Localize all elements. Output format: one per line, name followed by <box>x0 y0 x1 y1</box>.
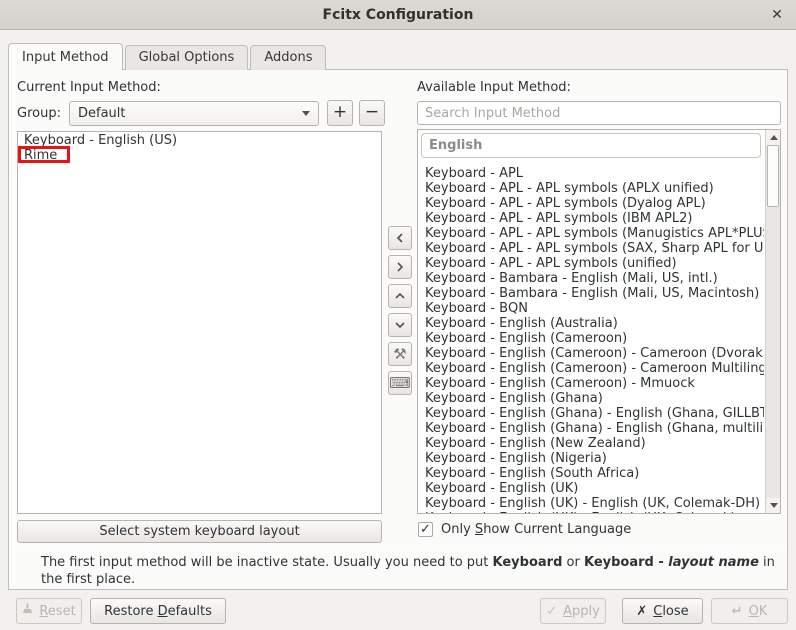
list-item[interactable]: Keyboard - English (South Africa) <box>418 466 764 481</box>
checkbox-label: Only Show Current Language <box>441 522 631 537</box>
input-method-page: Current Input Method: Group: Default + −… <box>8 69 788 590</box>
list-item-keyboard-english-us[interactable]: Keyboard - English (US) <box>18 133 381 148</box>
list-item[interactable]: Keyboard - English (New Zealand) <box>418 436 764 451</box>
chevron-down-icon <box>394 319 406 331</box>
configure-button[interactable]: ⚒ <box>388 342 412 366</box>
scroll-down-icon[interactable] <box>766 498 781 513</box>
list-item[interactable]: Keyboard - English (Cameroon) <box>418 331 764 346</box>
list-item[interactable]: Keyboard - English (Ghana) - English (Gh… <box>418 406 764 421</box>
list-item[interactable]: Keyboard - English (Ghana) - English (Gh… <box>418 421 764 436</box>
list-item[interactable]: Keyboard - APL <box>418 166 764 181</box>
list-item[interactable]: Keyboard - Bambara - English (Mali, US, … <box>418 286 764 301</box>
chevron-left-icon <box>394 232 406 244</box>
transfer-button-column: ⚒ ⌨ <box>388 226 412 395</box>
select-system-keyboard-layout-button[interactable]: Select system keyboard layout <box>17 520 382 543</box>
list-item[interactable]: Keyboard - APL - APL symbols (Dyalog APL… <box>418 196 764 211</box>
tab-addons[interactable]: Addons <box>250 45 326 70</box>
move-up-button[interactable] <box>388 284 412 308</box>
add-group-button[interactable]: + <box>327 100 353 126</box>
search-input[interactable] <box>417 101 781 125</box>
checkbox-checked[interactable]: ✓ <box>418 522 433 537</box>
list-item[interactable]: Keyboard - APL - APL symbols (Manugistic… <box>418 226 764 241</box>
current-input-method-list[interactable]: Keyboard - English (US) Rime <box>17 131 382 514</box>
tab-input-method[interactable]: Input Method <box>8 43 123 70</box>
scrollbar[interactable] <box>765 130 780 513</box>
close-button[interactable]: ✗ Close <box>622 598 703 624</box>
return-arrow-icon: ↵ <box>732 604 743 619</box>
keyboard-layout-button[interactable]: ⌨ <box>388 371 412 395</box>
cross-icon: ✗ <box>636 604 647 619</box>
window-title: Fcitx Configuration <box>323 7 474 23</box>
chevron-down-icon <box>302 111 310 116</box>
list-item[interactable]: Keyboard - English (Cameroon) - Mmuock <box>418 376 764 391</box>
scrollbar-thumb[interactable] <box>767 145 779 207</box>
list-item[interactable]: Keyboard - English (UK) - English (UK, C… <box>418 511 764 514</box>
list-item[interactable]: Keyboard - English (Australia) <box>418 316 764 331</box>
list-item[interactable]: Keyboard - APL - APL symbols (SAX, Sharp… <box>418 241 764 256</box>
list-item[interactable]: Keyboard - Bambara - English (Mali, US, … <box>418 271 764 286</box>
group-select-value: Default <box>78 106 126 121</box>
only-show-current-language-row[interactable]: ✓ Only Show Current Language <box>418 522 631 537</box>
list-item[interactable]: Keyboard - English (Ghana) <box>418 391 764 406</box>
tab-global-options[interactable]: Global Options <box>125 45 249 70</box>
reset-button[interactable]: Reset <box>16 598 82 624</box>
list-item-rime[interactable]: Rime <box>18 148 381 163</box>
scroll-up-icon[interactable] <box>766 130 781 145</box>
ok-button[interactable]: ↵ OK <box>711 598 788 624</box>
list-item[interactable]: Keyboard - English (Cameroon) - Cameroon… <box>418 361 764 376</box>
language-group-header: English <box>421 133 761 158</box>
available-input-method-list[interactable]: English Keyboard - APLKeyboard - APL - A… <box>417 129 781 514</box>
list-item[interactable]: Keyboard - English (Nigeria) <box>418 451 764 466</box>
restore-defaults-button[interactable]: Restore Defaults <box>90 598 226 624</box>
list-item[interactable]: Keyboard - APL - APL symbols (APLX unifi… <box>418 181 764 196</box>
keyboard-icon: ⌨ <box>389 376 411 391</box>
list-item[interactable]: Keyboard - APL - APL symbols (IBM APL2) <box>418 211 764 226</box>
help-note: The first input method will be inactive … <box>41 554 783 588</box>
available-rows: Keyboard - APLKeyboard - APL - APL symbo… <box>418 166 764 514</box>
move-left-button[interactable] <box>388 226 412 250</box>
close-icon[interactable]: ✕ <box>768 6 786 24</box>
check-icon: ✓ <box>546 604 557 619</box>
group-select[interactable]: Default <box>69 101 319 126</box>
divider <box>9 547 787 548</box>
tab-bar: Input Method Global Options Addons <box>8 44 328 70</box>
list-item[interactable]: Keyboard - English (UK) <box>418 481 764 496</box>
titlebar: Fcitx Configuration ✕ <box>0 0 796 30</box>
list-item[interactable]: Keyboard - English (UK) - English (UK, C… <box>418 496 764 511</box>
tools-icon: ⚒ <box>393 347 406 362</box>
current-input-method-label: Current Input Method: <box>17 80 161 95</box>
chevron-up-icon <box>394 290 406 302</box>
brush-icon <box>22 603 33 620</box>
list-item[interactable]: Keyboard - BQN <box>418 301 764 316</box>
move-right-button[interactable] <box>388 255 412 279</box>
move-down-button[interactable] <box>388 313 412 337</box>
remove-group-button[interactable]: − <box>359 100 385 126</box>
available-input-method-label: Available Input Method: <box>417 80 571 95</box>
apply-button[interactable]: ✓ Apply <box>540 598 606 624</box>
list-item[interactable]: Keyboard - English (Cameroon) - Cameroon… <box>418 346 764 361</box>
list-item[interactable]: Keyboard - APL - APL symbols (unified) <box>418 256 764 271</box>
chevron-right-icon <box>394 261 406 273</box>
group-label: Group: <box>17 106 61 121</box>
